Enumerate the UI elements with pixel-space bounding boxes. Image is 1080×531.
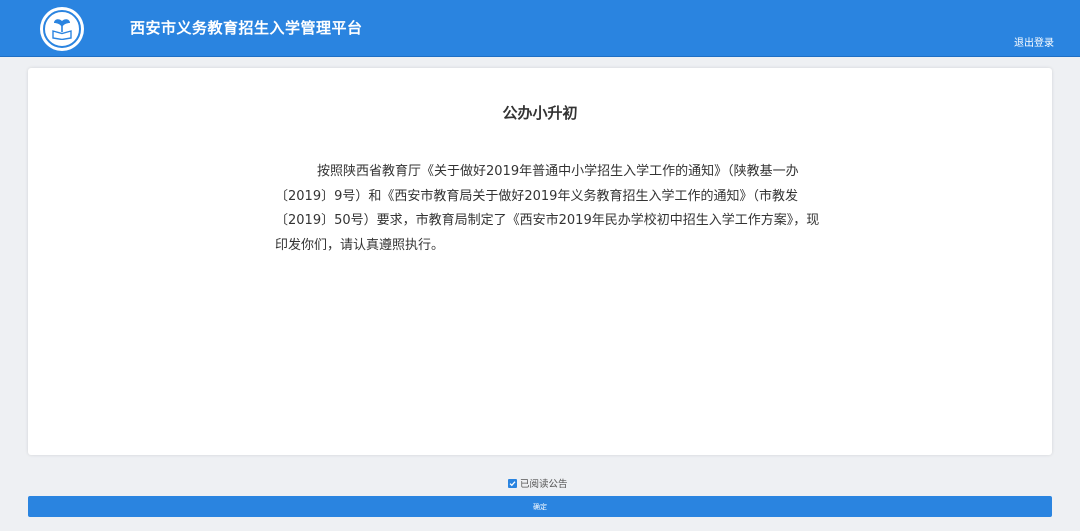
- app-title: 西安市义务教育招生入学管理平台: [130, 19, 363, 37]
- notice-line: 印发你们，请认真遵照执行。: [275, 237, 445, 253]
- top-header-bar: 西安市义务教育招生入学管理平台 退出登录: [0, 0, 1080, 57]
- notice-body: 按照陕西省教育厅《关于做好2019年普通中小学招生入学工作的通知》（陕教基一办 …: [275, 160, 850, 258]
- notice-title: 公办小升初: [502, 104, 578, 122]
- read-checkbox-label: 已阅读公告: [520, 479, 568, 490]
- notice-line: 〔2019〕9号）和《西安市教育局关于做好2019年义务教育招生入学工作的通知》…: [275, 188, 798, 204]
- notice-card: 公办小升初 按照陕西省教育厅《关于做好2019年普通中小学招生入学工作的通知》（…: [28, 68, 1052, 455]
- logout-link[interactable]: 退出登录: [1014, 34, 1054, 49]
- read-confirmation-row: 已阅读公告: [508, 476, 568, 490]
- confirm-button[interactable]: 确定: [28, 496, 1052, 517]
- school-emblem-logo: [40, 7, 84, 51]
- school-emblem-icon: [43, 10, 81, 48]
- read-checkbox[interactable]: [508, 478, 517, 488]
- check-icon: [509, 480, 516, 486]
- notice-line: 〔2019〕50号）要求，市教育局制定了《西安市2019年民办学校初中招生入学工…: [275, 213, 820, 228]
- notice-line: 按照陕西省教育厅《关于做好2019年普通中小学招生入学工作的通知》（陕教基一办: [317, 164, 799, 179]
